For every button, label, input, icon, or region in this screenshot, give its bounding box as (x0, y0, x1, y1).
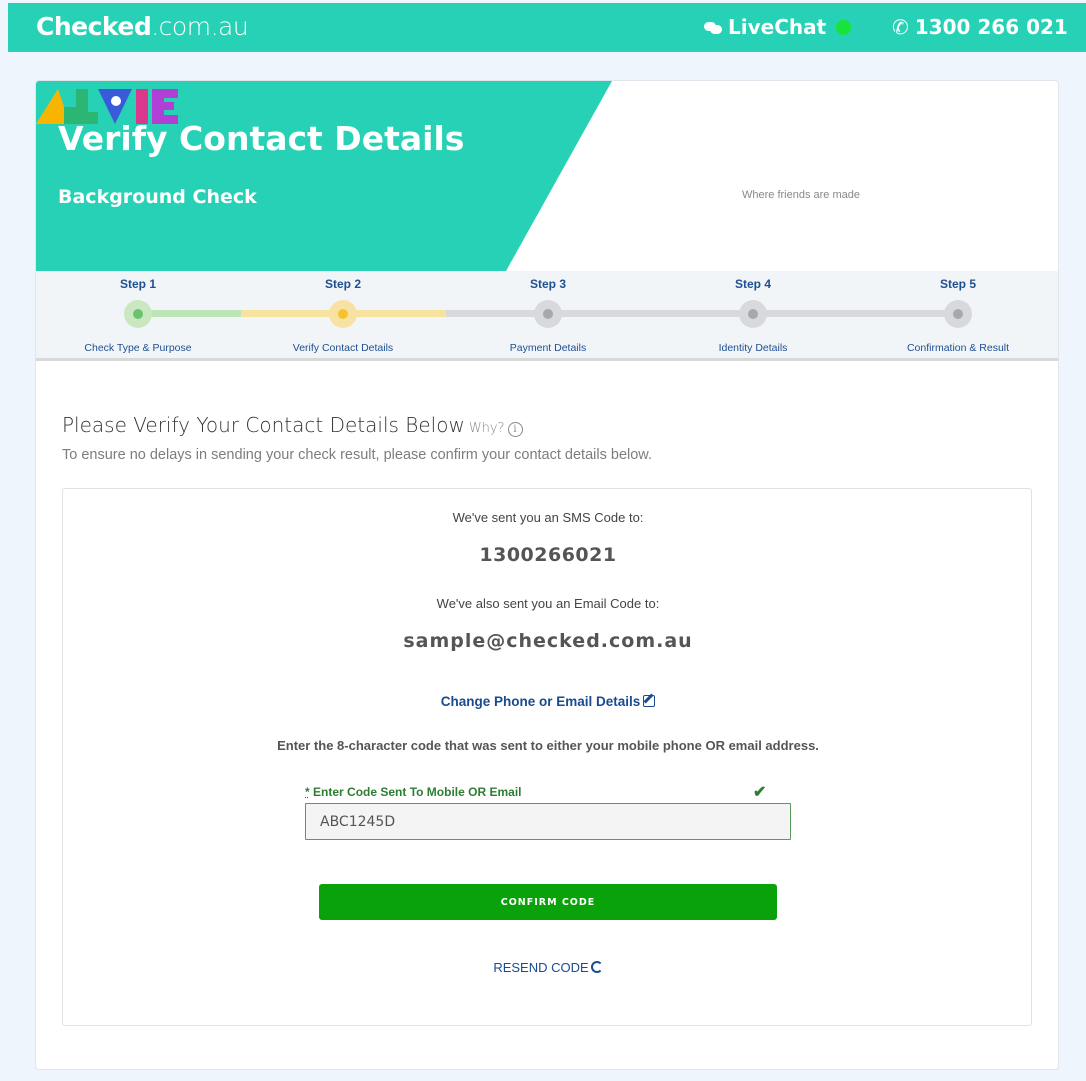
partner-logo (36, 89, 178, 124)
info-icon[interactable]: i (507, 422, 523, 437)
code-instruction: Enter the 8-character code that was sent… (277, 738, 819, 753)
progress-steps: Step 1 Check Type & Purpose Step 2 Verif… (36, 271, 1058, 361)
page-banner: Verify Contact Details Background Check … (36, 81, 1058, 271)
change-details-label: Change Phone or Email Details (440, 694, 641, 709)
page-subtitle: Background Check (58, 186, 257, 208)
track-pending (446, 310, 958, 317)
step-current-icon (329, 300, 357, 328)
livechat-label: LiveChat (728, 15, 827, 39)
step-label: Step 1 (119, 277, 156, 291)
step-pending-icon (944, 300, 972, 328)
resend-code-label: RESEND CODE (493, 960, 589, 975)
email-sent-label: We've also sent you an Email Code to: (436, 596, 660, 611)
step-name: Check Type & Purpose (84, 342, 192, 354)
step-name: Verify Contact Details (292, 342, 394, 354)
top-nav-bar: Checked.com.au LiveChat ✆ 1300 266 021 (8, 3, 1086, 52)
step-name: Identity Details (718, 342, 788, 354)
section-subheading: To ensure no delays in sending your chec… (62, 447, 652, 463)
step-label: Step 4 (734, 277, 771, 291)
step-pending-icon (739, 300, 767, 328)
change-details-link[interactable]: Change Phone or Email Details (63, 694, 1033, 709)
phone-number-value: 1300266021 (479, 544, 617, 566)
sms-sent-label: We've sent you an SMS Code to: (452, 510, 644, 525)
step-pending-icon (534, 300, 562, 328)
phone-link[interactable]: ✆ 1300 266 021 (892, 15, 1068, 39)
phone-icon: ✆ (892, 15, 909, 39)
step-name: Confirmation & Result (906, 342, 1010, 354)
valid-check-icon: ✔ (753, 784, 767, 801)
why-link[interactable]: Why? (469, 421, 505, 436)
step-label: Step 5 (939, 277, 976, 291)
step-label: Step 3 (529, 277, 566, 291)
edit-icon (643, 695, 656, 707)
step-complete-icon (124, 300, 152, 328)
section-heading: Please Verify Your Contact Details Below… (62, 413, 523, 437)
phone-number-label: 1300 266 021 (914, 15, 1068, 39)
code-field-label: * Enter Code Sent To Mobile OR Email (305, 785, 521, 799)
step-label: Step 2 (324, 277, 361, 291)
partner-tagline: Where friends are made (742, 189, 860, 201)
confirm-code-button[interactable]: CONFIRM CODE (319, 884, 777, 920)
section-heading-text: Please Verify Your Contact Details Below (62, 413, 465, 437)
code-field-label-text: Enter Code Sent To Mobile OR Email (313, 785, 522, 799)
email-value: sample@checked.com.au (403, 630, 693, 652)
online-status-dot (836, 19, 852, 35)
livechat-button[interactable]: LiveChat (704, 15, 852, 39)
step-name: Payment Details (509, 342, 587, 354)
required-asterisk: * (305, 785, 310, 799)
verification-code-input[interactable] (305, 803, 791, 840)
verification-panel: We've sent you an SMS Code to: 130026602… (62, 488, 1032, 1026)
resend-code-link[interactable]: RESEND CODE (63, 960, 1033, 975)
refresh-icon (590, 961, 603, 973)
chat-bubbles-icon (704, 20, 722, 35)
checked-logo[interactable]: Checked.com.au (36, 12, 249, 41)
